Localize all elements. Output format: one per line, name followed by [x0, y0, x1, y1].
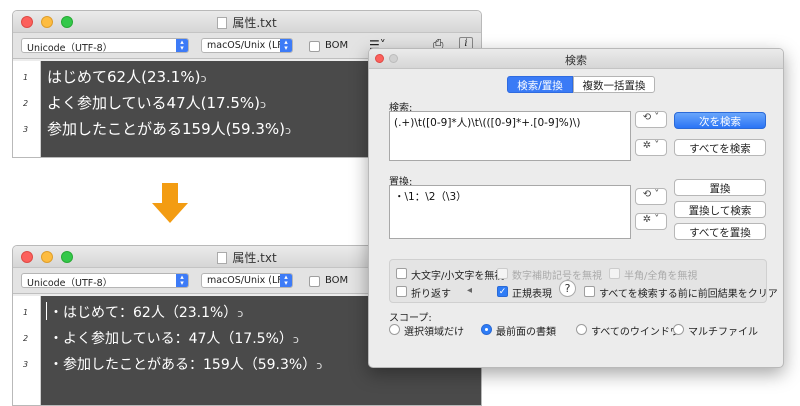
text-cursor: [46, 302, 47, 320]
document-icon: [217, 252, 228, 264]
tab-find-replace[interactable]: 検索/置換: [507, 76, 573, 93]
popup-chevron-icon: ▴ ▾: [176, 39, 188, 52]
line-end-icon: ↄ: [237, 307, 244, 320]
line-number: 3: [23, 125, 29, 134]
regex-checkbox[interactable]: ✓: [497, 286, 508, 297]
line-number: 1: [23, 73, 29, 82]
line-number: 3: [23, 360, 29, 369]
window-title: 属性.txt: [13, 14, 481, 31]
ignore-width-label: 半角/全角を無視: [624, 271, 698, 282]
replace-options-gear-button[interactable]: ✲ ˅: [635, 213, 667, 230]
popup-chevron-icon: ▴ ▾: [280, 274, 292, 287]
scope-multi-file-label: マルチファイル: [688, 327, 758, 338]
replace-and-find-button[interactable]: 置換して検索: [674, 201, 766, 218]
line-end-icon: ↄ: [316, 359, 323, 372]
scope-selection-label: 選択領域だけ: [404, 327, 464, 338]
ignore-case-label: 大文字/小文字を無視: [411, 271, 505, 282]
help-button[interactable]: ?: [559, 280, 576, 297]
line-ending-popup[interactable]: macOS/Unix (LF) ▴ ▾: [201, 38, 293, 53]
line-number: 2: [23, 334, 29, 343]
arrow-shape: [152, 183, 188, 223]
ignore-diacritics-label: 数字補助記号を無視: [512, 271, 602, 282]
scope-all-windows-label: すべてのウインドウ: [591, 327, 680, 338]
popup-chevron-icon: ▴ ▾: [176, 274, 188, 287]
encoding-popup[interactable]: Unicode（UTF-8） ▴ ▾: [21, 38, 189, 54]
speaker-icon[interactable]: ◂: [467, 285, 472, 296]
bom-label: BOM: [325, 40, 349, 51]
scope-frontmost-label: 最前面の書類: [496, 327, 556, 338]
regex-label: 正規表現: [512, 289, 552, 300]
clear-before-checkbox[interactable]: [584, 286, 595, 297]
encoding-popup[interactable]: Unicode（UTF-8） ▴ ▾: [21, 273, 189, 289]
replace-button[interactable]: 置換: [674, 179, 766, 196]
bom-label: BOM: [325, 275, 349, 286]
ignore-diacritics-checkbox: [497, 268, 508, 279]
ignore-width-checkbox: [609, 268, 620, 279]
find-titlebar: 検索: [369, 49, 783, 69]
replace-input[interactable]: ・\1：\2（\3）: [389, 185, 631, 239]
search-options-gear-button[interactable]: ✲ ˅: [635, 139, 667, 156]
popup-chevron-icon: ▴ ▾: [280, 39, 292, 52]
line-number: 2: [23, 99, 29, 108]
replace-all-button[interactable]: すべてを置換: [674, 223, 766, 240]
line-end-icon: ↄ: [200, 72, 207, 85]
text-line: ・よく参加している：47人（17.5%）ↄ: [49, 331, 299, 347]
scope-selection-radio[interactable]: [389, 324, 400, 335]
line-number-gutter: 1 2 3: [13, 296, 41, 405]
find-all-button[interactable]: すべてを検索: [674, 139, 766, 156]
text-line: はじめて62人(23.1%)ↄ: [47, 68, 207, 86]
clear-before-label: すべてを検索する前に前回結果をクリア: [599, 289, 778, 300]
text-line: ・参加したことがある：159人（59.3%）ↄ: [49, 357, 323, 373]
line-end-icon: ↄ: [292, 333, 299, 346]
wrap-checkbox[interactable]: [396, 286, 407, 297]
search-history-button[interactable]: ⟲ ˅: [635, 111, 667, 128]
text-line: 参加したことがある159人(59.3%)ↄ: [47, 120, 292, 138]
document-icon: [217, 17, 228, 29]
scope-multi-file-radio[interactable]: [673, 324, 684, 335]
arrow-down-icon: [152, 183, 188, 223]
bom-checkbox[interactable]: [309, 276, 320, 287]
scope-frontmost-radio[interactable]: [481, 324, 492, 335]
wrap-label: 折り返す: [411, 289, 451, 300]
line-end-icon: ↄ: [285, 124, 292, 137]
line-number-gutter: 1 2 3: [13, 61, 41, 157]
text-line: よく参加している47人(17.5%)ↄ: [47, 94, 267, 112]
find-next-button[interactable]: 次を検索: [674, 112, 766, 129]
line-number: 1: [23, 308, 29, 317]
scope-label: スコープ:: [389, 313, 432, 324]
search-input[interactable]: (.+)\t([0-9]*人)\t\(([0-9]*+.[0-9]%)\): [389, 111, 631, 161]
panel-title: 検索: [565, 54, 587, 67]
line-ending-popup[interactable]: macOS/Unix (LF) ▴ ▾: [201, 273, 293, 288]
tab-multi-replace[interactable]: 複数一括置換: [573, 76, 655, 93]
top-titlebar: 属性.txt: [13, 11, 481, 33]
text-line: ・はじめて：62人（23.1%）ↄ: [49, 305, 244, 321]
replace-history-button[interactable]: ⟲ ˅: [635, 188, 667, 205]
bom-checkbox[interactable]: [309, 41, 320, 52]
ignore-case-checkbox[interactable]: [396, 268, 407, 279]
find-panel: 検索 検索/置換 複数一括置換 検索: (.+)\t([0-9]*人)\t\((…: [368, 48, 784, 368]
scope-all-windows-radio[interactable]: [576, 324, 587, 335]
line-end-icon: ↄ: [260, 98, 267, 111]
